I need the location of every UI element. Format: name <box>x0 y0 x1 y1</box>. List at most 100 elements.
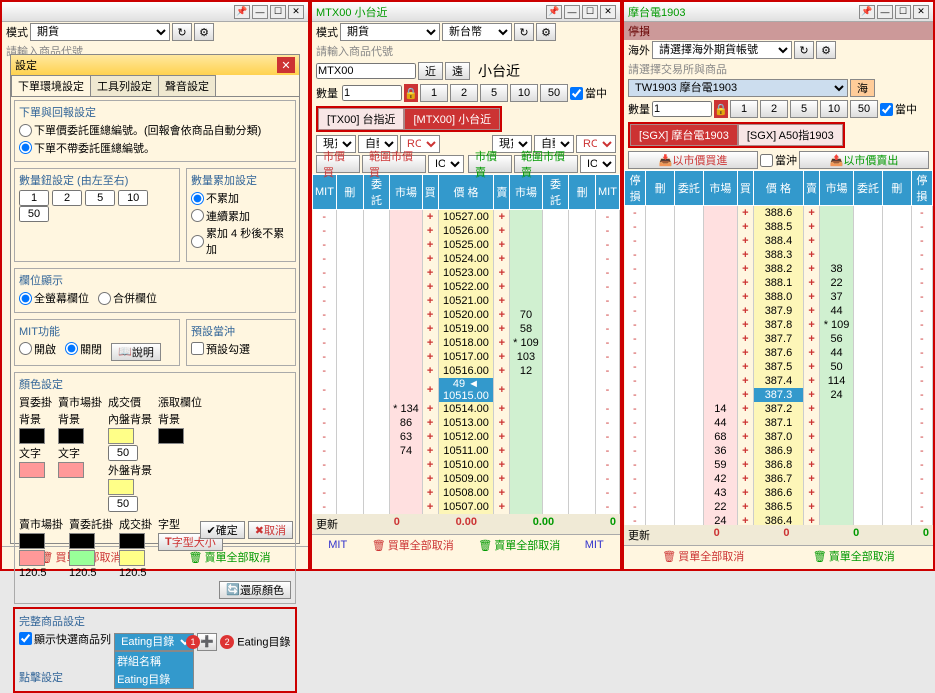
gear-icon[interactable]: ⚙ <box>816 41 836 59</box>
dom-row[interactable]: -+10525.00+- <box>313 238 620 252</box>
mit-help-button[interactable]: 📖 說明 <box>111 343 161 361</box>
close-button[interactable]: ✕ <box>913 5 929 19</box>
qty5[interactable] <box>19 206 49 222</box>
swatch[interactable] <box>119 533 145 549</box>
dom-row[interactable]: -44+387.1+- <box>625 416 933 430</box>
lock-icon[interactable]: 🔒 <box>714 100 728 118</box>
tab-sound[interactable]: 聲音設定 <box>158 75 216 96</box>
dom-row[interactable]: -+10520.00+70- <box>313 308 620 322</box>
daytrade-chk[interactable] <box>570 87 583 100</box>
swatch[interactable] <box>119 550 145 566</box>
dom-row[interactable]: -+388.4+- <box>625 234 933 248</box>
dom-row[interactable]: -* 134+10514.00+- <box>313 402 620 416</box>
fav-select[interactable]: Eating目錄 <box>114 633 194 651</box>
dom-row[interactable]: -+387.4+114- <box>625 374 933 388</box>
mkt-buy[interactable]: 市價買 <box>316 155 360 173</box>
dom-row[interactable]: -+387.9+44- <box>625 304 933 318</box>
tab-env[interactable]: 下單環境設定 <box>11 75 91 96</box>
mit-on[interactable] <box>19 342 32 355</box>
max-button[interactable]: ☐ <box>270 5 286 19</box>
dom-row[interactable]: -42+386.7+- <box>625 472 933 486</box>
dom-row[interactable]: -+10508.00+- <box>313 486 620 500</box>
outswatch[interactable] <box>108 496 138 512</box>
mit-buy[interactable]: MIT <box>328 537 347 553</box>
max-button[interactable]: ☐ <box>895 5 911 19</box>
dom-row[interactable]: -+388.6+- <box>625 206 933 220</box>
qbtn[interactable]: 10 <box>510 84 538 102</box>
acc-none[interactable] <box>191 192 204 205</box>
dom-row[interactable]: -+388.0+37- <box>625 290 933 304</box>
fav-add-icon[interactable]: ➕ <box>197 633 217 651</box>
qty-input[interactable] <box>342 85 402 101</box>
mkt-sell[interactable]: 市價賣 <box>468 155 512 173</box>
close-button[interactable]: ✕ <box>600 5 616 19</box>
dom-row[interactable]: -+10507.00+- <box>313 500 620 514</box>
dom-row[interactable]: -+388.5+- <box>625 220 933 234</box>
max-button[interactable]: ☐ <box>582 5 598 19</box>
pin-button[interactable]: 📌 <box>546 5 562 19</box>
qty3[interactable] <box>85 190 115 206</box>
min-button[interactable]: — <box>564 5 580 19</box>
swatch[interactable] <box>19 428 45 444</box>
dom-row[interactable]: -+387.3+24- <box>625 388 933 402</box>
swatch[interactable] <box>108 479 134 495</box>
dom-row[interactable]: -+10516.00+12- <box>313 364 620 378</box>
pin-button[interactable]: 📌 <box>859 5 875 19</box>
pin-button[interactable]: 📌 <box>234 5 250 19</box>
dialog-close-icon[interactable]: ✕ <box>277 57 295 73</box>
market-sell-button[interactable]: 📤 以市價賣出 <box>799 151 929 169</box>
dom-row[interactable]: -+387.7+56- <box>625 332 933 346</box>
min-button[interactable]: — <box>252 5 268 19</box>
dom-row[interactable]: -22+386.5+- <box>625 500 933 514</box>
dom-row[interactable]: -+10518.00+* 109- <box>313 336 620 350</box>
dom-row[interactable]: -63+10512.00+- <box>313 430 620 444</box>
gear-icon[interactable]: ⚙ <box>536 23 556 41</box>
dom-row[interactable]: -+388.3+- <box>625 248 933 262</box>
swatch[interactable] <box>69 550 95 566</box>
near-button[interactable]: 近 <box>418 62 443 80</box>
range-sell[interactable]: 範圍市價賣 <box>514 155 578 173</box>
tab-sgx2[interactable]: [SGX] A50指1903 <box>738 124 843 146</box>
cancel-all-sell[interactable]: 🗑 賣單全部取消 <box>813 548 895 564</box>
ioc-sel[interactable]: IOC <box>580 155 616 173</box>
mode-select[interactable]: 期貨 <box>30 23 170 41</box>
tab-mtx00[interactable]: [MTX00] 小台近 <box>404 108 500 130</box>
swatch[interactable] <box>19 550 45 566</box>
range-buy[interactable]: 範圍市價買 <box>362 155 426 173</box>
qbtn[interactable]: 1 <box>420 84 448 102</box>
fav-opt[interactable]: 群組名稱 <box>115 652 193 670</box>
cancel-all-buy[interactable]: 🗑 買單全部取消 <box>372 537 454 553</box>
acc-cont[interactable] <box>191 209 204 222</box>
fav-show-chk[interactable] <box>19 632 32 645</box>
refresh-icon[interactable]: ↻ <box>514 23 534 41</box>
reset-colors-button[interactable]: 🔄 還原顏色 <box>219 581 291 599</box>
refresh-icon[interactable]: ↻ <box>172 23 192 41</box>
daytrade2-chk[interactable] <box>760 154 773 167</box>
ok-button[interactable]: ✔ 確定 <box>200 521 245 539</box>
dom-row[interactable]: -+387.5+50- <box>625 360 933 374</box>
qty4[interactable] <box>118 190 148 206</box>
tab-tx00[interactable]: [TX00] 台指近 <box>318 108 404 130</box>
dom-row[interactable]: -+10521.00+- <box>313 294 620 308</box>
far-button[interactable]: 遠 <box>445 62 470 80</box>
dom-row[interactable]: -+49 ◄ 10515.00+- <box>313 378 620 402</box>
dom-row[interactable]: -59+386.8+- <box>625 458 933 472</box>
qbtn[interactable]: 1 <box>730 100 758 118</box>
dom-row[interactable]: -36+386.9+- <box>625 444 933 458</box>
dom-row[interactable]: -+10524.00+- <box>313 252 620 266</box>
dom-row[interactable]: -74+10511.00+- <box>313 444 620 458</box>
qbtn[interactable]: 50 <box>540 84 568 102</box>
mode-select[interactable]: 期貨 <box>340 23 440 41</box>
swatch[interactable] <box>158 428 184 444</box>
min-button[interactable]: — <box>877 5 893 19</box>
cols-full[interactable] <box>19 292 32 305</box>
dom-row[interactable]: -+10523.00+- <box>313 266 620 280</box>
qbtn[interactable]: 2 <box>760 100 788 118</box>
dom-row[interactable]: -86+10513.00+- <box>313 416 620 430</box>
swatch[interactable] <box>108 428 134 444</box>
symbol-select[interactable]: TW1903 摩台電1903 <box>628 79 848 97</box>
dom-row[interactable]: -+388.2+38- <box>625 262 933 276</box>
cols-merge[interactable] <box>98 292 111 305</box>
dom-row[interactable]: -43+386.6+- <box>625 486 933 500</box>
swatch[interactable] <box>69 533 95 549</box>
